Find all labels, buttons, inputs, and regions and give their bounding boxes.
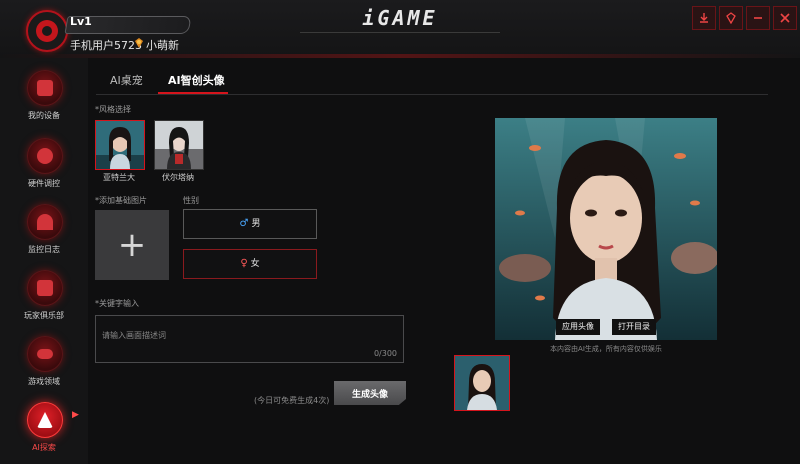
username: 手机用户5723 bbox=[70, 39, 142, 52]
free-generation-count: (今日可免费生成4次) bbox=[254, 396, 330, 405]
sidebar-item-game-zone[interactable]: 游戏领域 bbox=[0, 332, 88, 398]
main-panel: AI桌宠 AI智创头像 *风格选择 亚特兰大 伏尔塔纳 *添加基础图片 + 性别… bbox=[88, 58, 800, 464]
keyword-char-counter: 0/300 bbox=[373, 349, 397, 358]
sidebar-item-hardware[interactable]: 硬件调控 bbox=[0, 134, 88, 200]
skin-icon bbox=[726, 12, 736, 25]
gender-male-button[interactable]: ♂ 男 bbox=[183, 209, 317, 239]
keyword-input-box: 0/300 bbox=[95, 315, 408, 363]
style-card-voltana[interactable] bbox=[154, 120, 204, 170]
plus-icon: + bbox=[117, 225, 147, 265]
generate-avatar-button[interactable]: 生成头像 bbox=[334, 381, 406, 405]
keyword-section-label: *关键字输入 bbox=[95, 299, 139, 308]
female-icon: ♀ bbox=[240, 258, 248, 269]
sidebar-item-label: AI探索 bbox=[32, 443, 56, 452]
sidebar-item-label: 我的设备 bbox=[28, 111, 60, 120]
minimize-icon bbox=[754, 17, 762, 19]
sidebar-item-label: 监控日志 bbox=[28, 245, 60, 254]
sidebar-item-my-devices[interactable]: 我的设备 bbox=[0, 66, 88, 132]
apply-avatar-button[interactable]: 应用头像 bbox=[556, 319, 600, 335]
gender-female-label: 女 bbox=[250, 259, 260, 269]
sidebar-item-label: 游戏领域 bbox=[28, 377, 60, 386]
style-thumbnail bbox=[155, 121, 203, 169]
chip-icon bbox=[27, 138, 63, 174]
app-logo: iGAME bbox=[362, 6, 438, 30]
tab-ai-avatar[interactable]: AI智创头像 bbox=[168, 72, 225, 88]
add-base-image-button[interactable]: + bbox=[95, 210, 169, 280]
avatar-preview bbox=[495, 118, 717, 340]
tab-ai-pet[interactable]: AI桌宠 bbox=[110, 72, 143, 88]
medal-icon bbox=[135, 38, 143, 48]
generated-avatar-thumbnail[interactable] bbox=[454, 355, 510, 411]
download-icon bbox=[700, 13, 708, 23]
tab-divider bbox=[96, 94, 768, 95]
avatar-logo-icon bbox=[36, 20, 58, 42]
user-title: 小萌新 bbox=[146, 39, 179, 52]
thumbnail-image bbox=[455, 356, 509, 410]
club-icon bbox=[27, 270, 63, 306]
style-name: 伏尔塔纳 bbox=[162, 173, 194, 182]
sidebar: 我的设备 硬件调控 监控日志 玩家俱乐部 游戏领域 AI探索 bbox=[0, 58, 88, 464]
sidebar-item-label: 硬件调控 bbox=[28, 179, 60, 188]
gender-male-label: 男 bbox=[251, 219, 261, 229]
close-icon bbox=[780, 13, 790, 23]
user-level: Lv1 bbox=[70, 15, 92, 28]
skin-button[interactable] bbox=[719, 6, 743, 30]
gender-label: 性别 bbox=[183, 196, 199, 205]
keyword-input[interactable] bbox=[96, 316, 408, 354]
gamepad-icon bbox=[27, 336, 63, 372]
chevron-right-icon: ▶ bbox=[72, 410, 79, 420]
gauge-icon bbox=[27, 204, 63, 240]
minimize-button[interactable] bbox=[746, 6, 770, 30]
sidebar-item-player-club[interactable]: 玩家俱乐部 bbox=[0, 266, 88, 332]
sidebar-item-monitor-log[interactable]: 监控日志 bbox=[0, 200, 88, 266]
sidebar-item-label: 玩家俱乐部 bbox=[24, 311, 64, 320]
ai-icon bbox=[27, 402, 63, 438]
monitor-icon bbox=[27, 70, 63, 106]
gender-female-button[interactable]: ♀ 女 bbox=[183, 249, 317, 279]
style-card-atlanta[interactable] bbox=[95, 120, 145, 170]
download-button[interactable] bbox=[692, 6, 716, 30]
style-name: 亚特兰大 bbox=[103, 173, 135, 182]
preview-image bbox=[495, 118, 717, 340]
sidebar-item-ai-explore[interactable]: AI探索 bbox=[0, 398, 88, 464]
open-folder-button[interactable]: 打开目录 bbox=[612, 319, 656, 335]
upload-section-label: *添加基础图片 bbox=[95, 196, 147, 205]
style-section-label: *风格选择 bbox=[95, 105, 131, 114]
user-avatar[interactable] bbox=[26, 10, 68, 52]
male-icon: ♂ bbox=[239, 218, 249, 229]
style-thumbnail bbox=[96, 121, 144, 169]
close-button[interactable] bbox=[773, 6, 797, 30]
ai-disclaimer: 本内容由AI生成，所有内容仅供娱乐 bbox=[550, 345, 662, 353]
